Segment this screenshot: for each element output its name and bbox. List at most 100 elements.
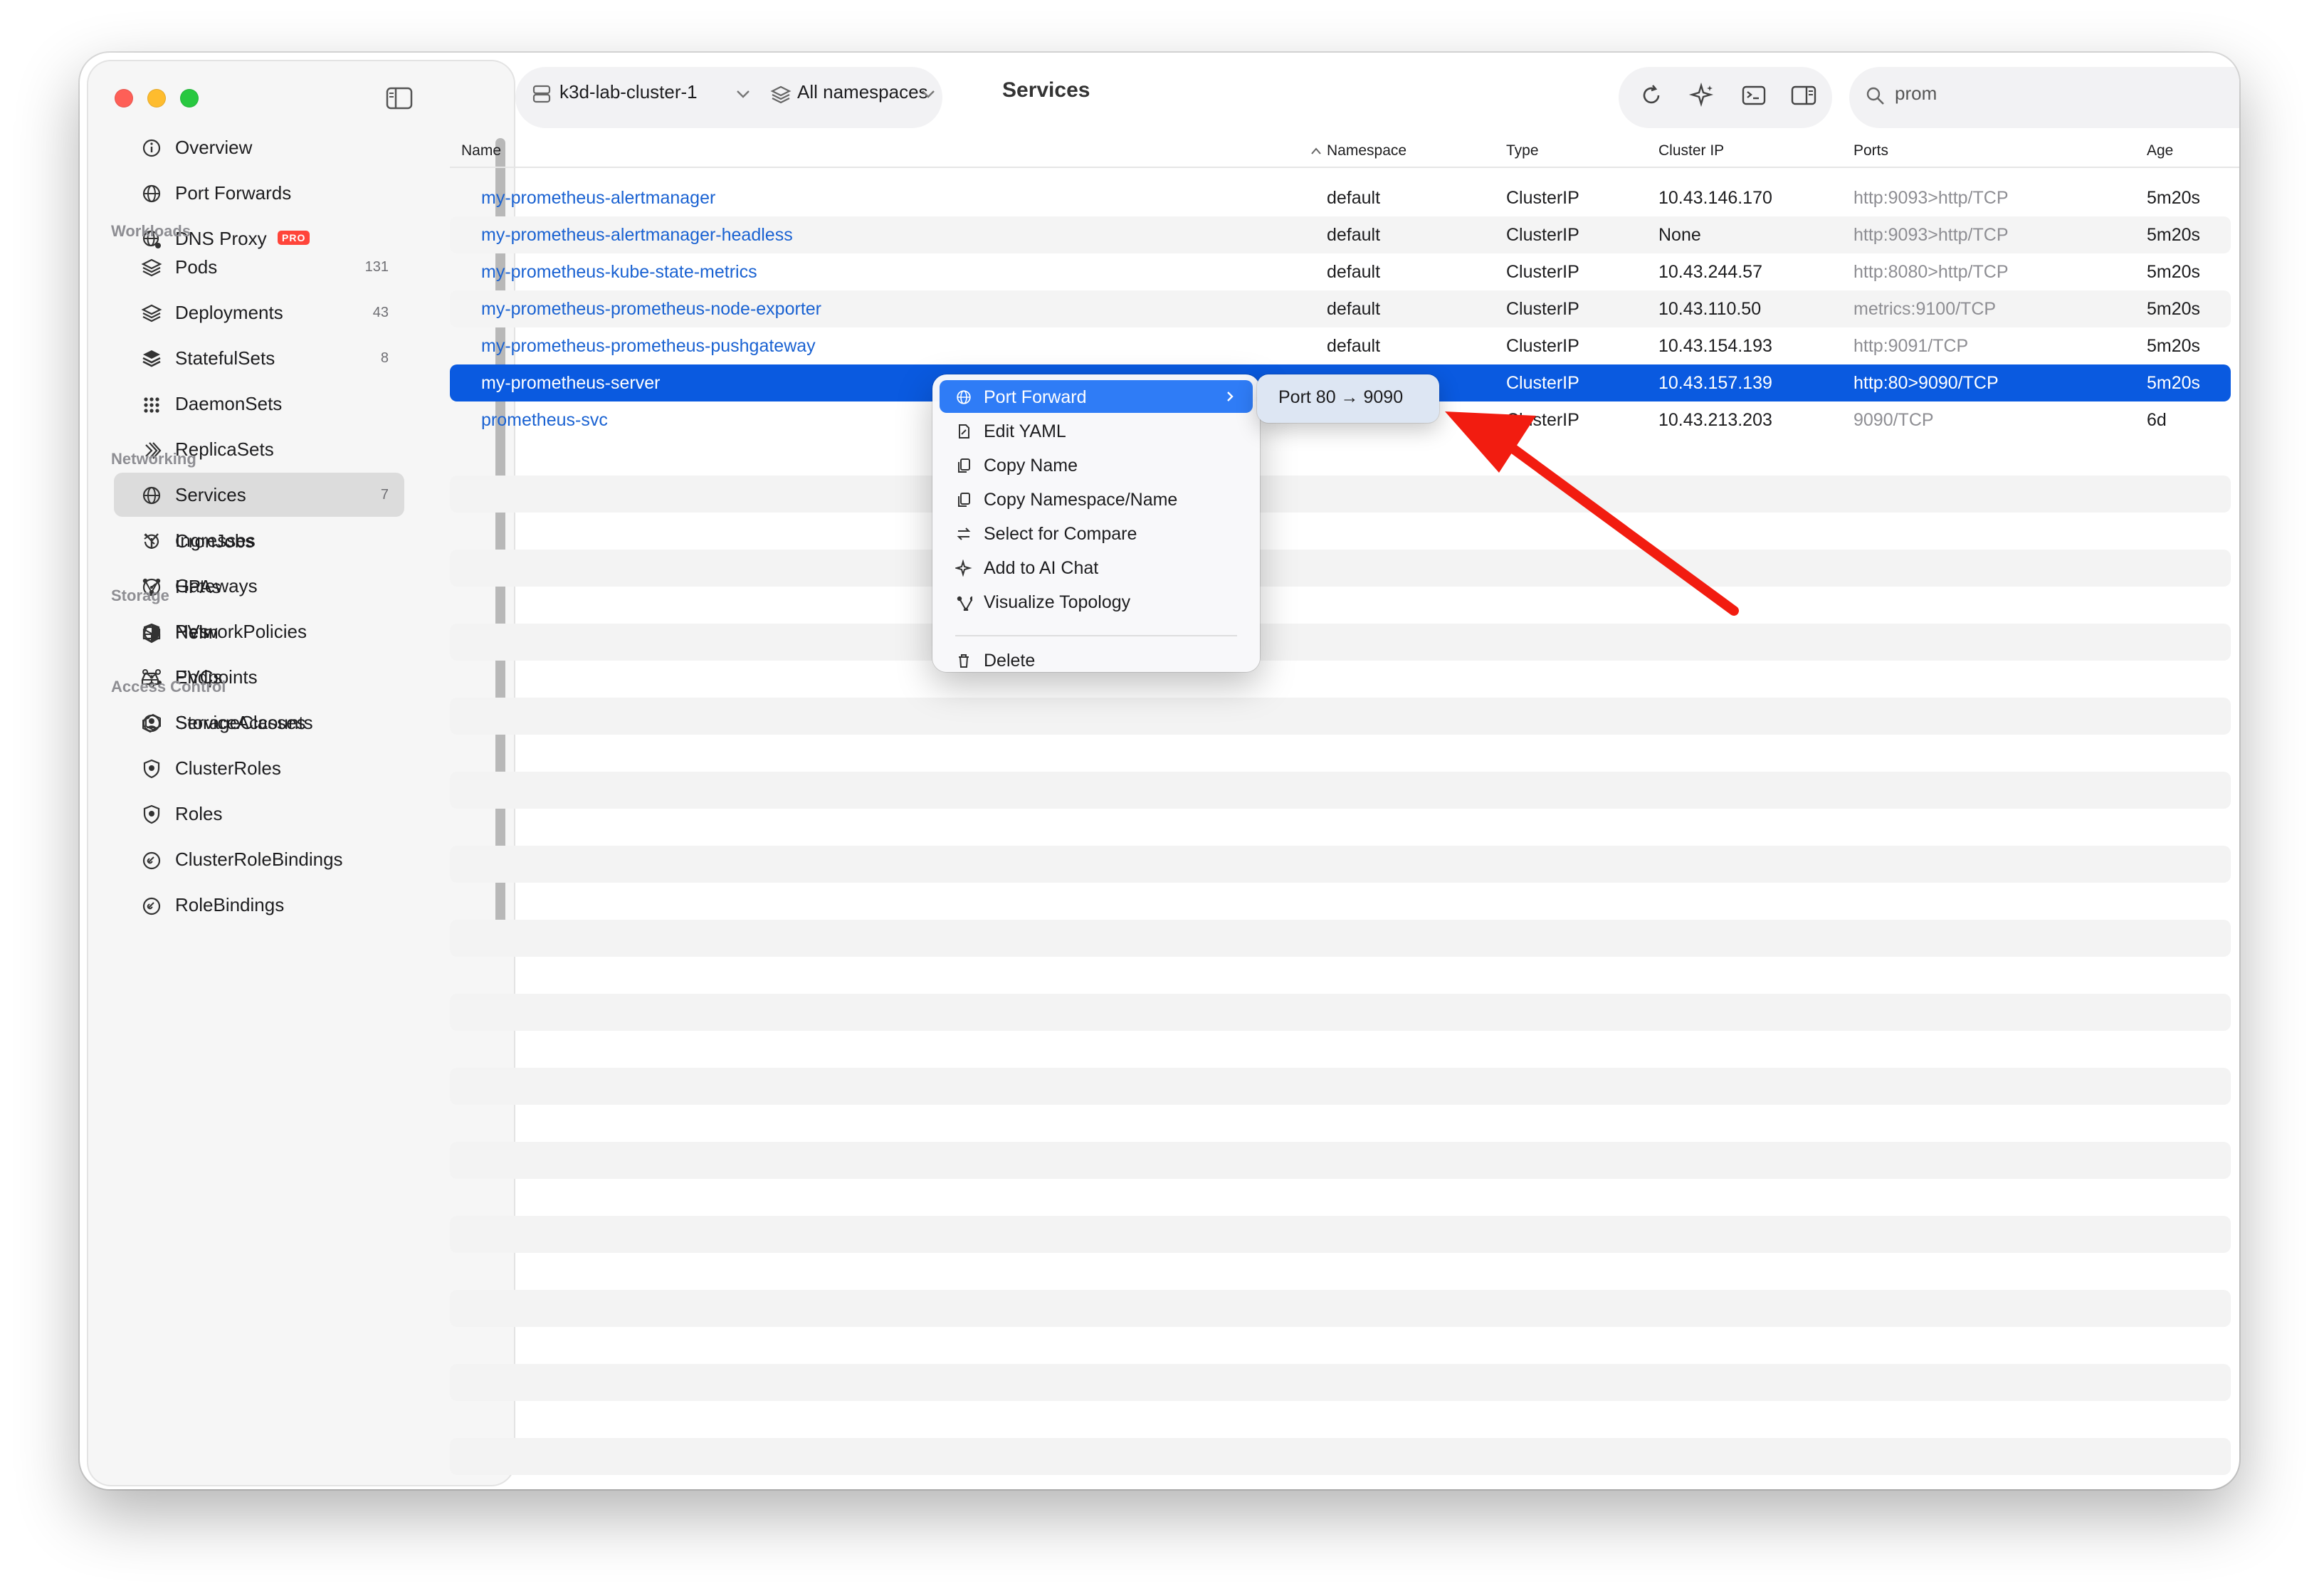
menu-item-label: Select for Compare [984,524,1137,544]
menu-item-visualize-topology[interactable]: Visualize Topology [940,585,1253,618]
cell-age: 5m20s [2147,373,2201,393]
refresh-icon[interactable] [1637,81,1666,110]
port-forward-submenu-item[interactable]: Port 80 → 9090 [1257,374,1439,423]
column-header-age[interactable]: Age [2147,142,2173,159]
inspector-panel-icon[interactable] [1789,81,1818,110]
cluster-selector[interactable]: k3d-lab-cluster-1 [559,81,698,103]
menu-item-copy-name[interactable]: Copy Name [940,448,1253,481]
swap-icon [957,527,971,540]
sidebar-item-label: Deployments [175,301,283,323]
sidebar-item-port forwards[interactable]: Port Forwards [114,171,404,215]
server-icon [532,85,551,103]
cell-type: ClusterIP [1506,336,1579,356]
doc-edit-icon [959,424,969,439]
sidebar-item-count: 8 [380,350,389,366]
sidebar-item-overview[interactable]: Overview [114,125,404,169]
sidebar-item-label: ClusterRoles [175,757,281,779]
sidebar-item-clusterrolebindings[interactable]: ClusterRoleBindings [114,838,404,882]
services-table: Name Namespace Type Cluster IP Ports Age… [450,131,2239,1489]
sidebar-item-daemonsets[interactable]: DaemonSets [114,382,404,426]
globe-icon [957,390,971,404]
cell-type: ClusterIP [1506,225,1579,245]
sparkle-icon [955,560,972,577]
chevron-down-icon[interactable] [735,87,752,101]
chevron-down-icon[interactable] [920,87,937,101]
column-header-name[interactable]: Name [461,142,501,159]
sidebar-item-serviceaccounts[interactable]: ServiceAccounts [114,700,404,745]
table-row[interactable]: my-prometheus-kube-state-metrics default C… [450,253,2231,290]
cell-age: 5m20s [2147,188,2201,208]
cell-name[interactable]: my-prometheus-prometheus-pushgateway [481,336,816,357]
sidebar-item-count: 7 [380,486,389,503]
cell-name[interactable]: my-prometheus-server [481,373,660,394]
table-header: Name Namespace Type Cluster IP Ports Age [450,131,2239,168]
cell-ip: 10.43.154.193 [1658,336,1772,356]
pro-badge: PRO [278,231,310,246]
person-circle-icon [142,714,161,733]
sidebar-toggle-icon[interactable] [386,87,413,110]
sidebar-item-label: Port Forwards [175,182,292,204]
menu-item-label: Copy Namespace/Name [984,490,1178,510]
sparkle-icon[interactable] [1688,81,1717,110]
column-header-ports[interactable]: Ports [1853,142,1888,159]
menu-item-label: Visualize Topology [984,592,1131,612]
table-row[interactable]: my-prometheus-prometheus-pushgateway defa… [450,327,2231,364]
search-icon [1866,87,1884,105]
cell-ip: None [1658,225,1701,245]
sort-ascending-icon[interactable] [1310,147,1322,155]
copy-icon [958,493,970,507]
menu-item-select-for-compare[interactable]: Select for Compare [940,517,1253,550]
sidebar-item-label: Pods [175,256,218,278]
cell-name[interactable]: my-prometheus-alertmanager-headless [481,225,793,246]
minimize-window-button[interactable] [147,89,166,107]
terminal-icon[interactable] [1740,81,1768,110]
sidebar-item-ingresses[interactable]: Ingresses [114,518,404,562]
empty-row [450,920,2231,957]
stack-icon [142,350,161,367]
menu-item-port-forward[interactable]: Port Forward [940,380,1253,413]
sidebar-item-pvs[interactable]: PVs [114,609,404,653]
empty-row [450,624,2231,661]
cell-name[interactable]: my-prometheus-kube-state-metrics [481,262,757,283]
sidebar-item-services[interactable]: Services 7 [114,473,404,517]
cell-name[interactable]: my-prometheus-alertmanager [481,188,715,209]
menu-item-add-to-ai-chat[interactable]: Add to AI Chat [940,551,1253,584]
column-header-type[interactable]: Type [1506,142,1539,159]
empty-row [450,1216,2231,1253]
sidebar-item-label: ServiceAccounts [175,711,313,733]
close-window-button[interactable] [115,89,133,107]
menu-item-edit-yaml[interactable]: Edit YAML [940,414,1253,447]
zoom-window-button[interactable] [180,89,199,107]
column-header-namespace[interactable]: Namespace [1327,142,1406,159]
sidebar-item-pods[interactable]: Pods 131 [114,245,404,289]
menu-divider [955,635,1237,636]
layers-icon [770,85,792,104]
sidebar-item-clusterroles[interactable]: ClusterRoles [114,746,404,790]
sidebar-item-rolebindings[interactable]: RoleBindings [114,883,404,928]
table-row[interactable]: my-prometheus-alertmanager-headless defau… [450,216,2231,253]
sidebar-item-statefulsets[interactable]: StatefulSets 8 [114,336,404,380]
cell-type: ClusterIP [1506,262,1579,282]
badge-shield-icon [143,760,160,779]
column-header-cluster-ip[interactable]: Cluster IP [1658,142,1724,159]
cell-ip: 10.43.213.203 [1658,410,1772,430]
table-row[interactable]: my-prometheus-alertmanager default Cluster… [450,179,2231,216]
menu-item-copy-namespace-name[interactable]: Copy Namespace/Name [940,483,1253,515]
cell-ports: http:9093>http/TCP [1853,188,2009,208]
namespace-selector[interactable]: All namespaces [797,81,928,103]
cell-type: ClusterIP [1506,188,1579,208]
cell-name[interactable]: my-prometheus-prometheus-node-exporter [481,299,821,320]
menu-item-delete[interactable]: Delete [940,644,1253,676]
empty-row [450,476,2231,513]
cell-ip: 10.43.157.139 [1658,373,1772,393]
sidebar-item-deployments[interactable]: Deployments 43 [114,290,404,335]
sidebar-item-roles[interactable]: Roles [114,792,404,836]
sidebar-section-access-control: Access Control [111,678,226,695]
table-row[interactable]: my-prometheus-prometheus-node-exporter de… [450,290,2231,327]
search-input[interactable]: prom [1895,83,1937,105]
sidebar-section-storage: Storage [111,587,169,604]
cell-ports: http:9091/TCP [1853,336,1969,356]
cell-name[interactable]: prometheus-svc [481,410,608,431]
menu-item-label: Port Forward [984,387,1087,407]
page-title: Services [1002,78,1090,102]
